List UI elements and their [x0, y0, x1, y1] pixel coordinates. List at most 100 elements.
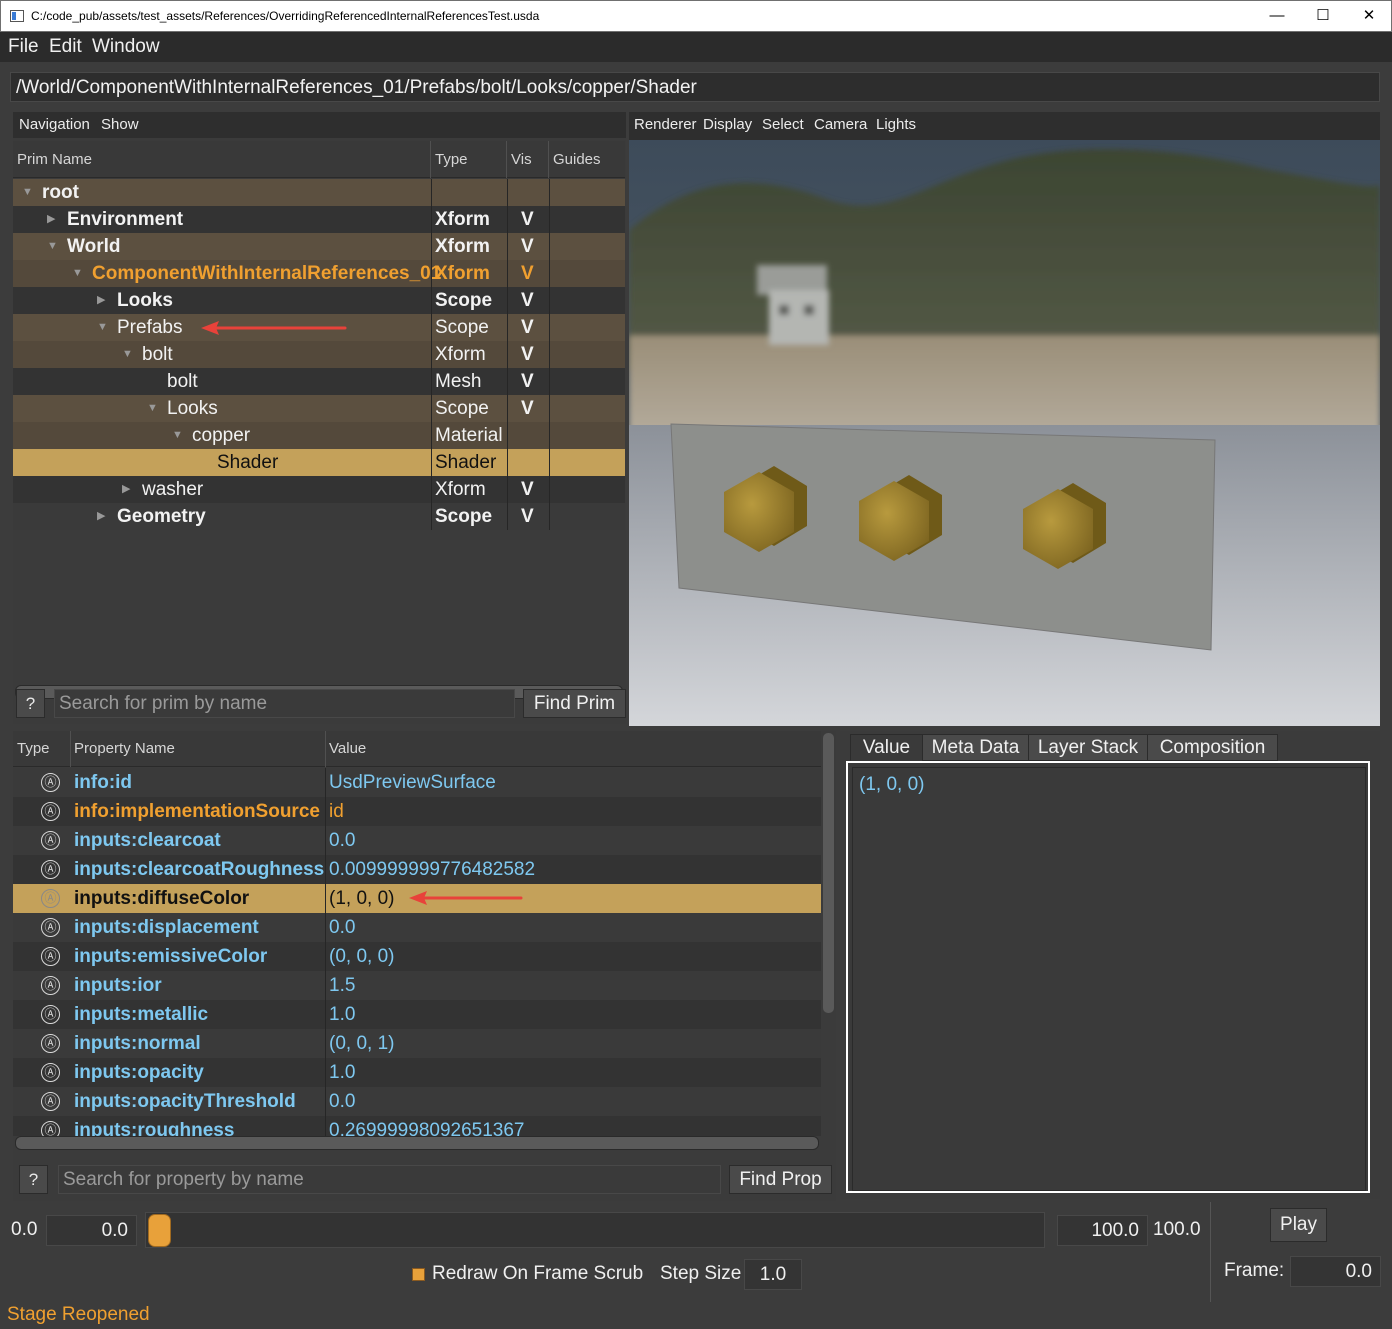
- visibility-toggle[interactable]: V: [521, 341, 534, 368]
- tree-row-bolt[interactable]: ▼ bolt Xform V: [13, 341, 625, 368]
- visibility-toggle[interactable]: V: [521, 314, 534, 341]
- tree-row-geometry[interactable]: ▶ Geometry Scope V: [13, 503, 625, 530]
- collapse-arrow-icon[interactable]: ▶: [97, 503, 105, 530]
- property-search-input[interactable]: [58, 1165, 721, 1194]
- find-prop-button[interactable]: Find Prop: [729, 1165, 832, 1194]
- start-frame-field[interactable]: 0.0: [46, 1215, 137, 1246]
- property-row[interactable]: Ⓐ inputs:opacityThreshold 0.0: [13, 1087, 821, 1116]
- menu-lights[interactable]: Lights: [876, 116, 916, 133]
- visibility-toggle[interactable]: V: [521, 368, 534, 395]
- collapse-arrow-icon[interactable]: ▶: [47, 206, 55, 233]
- close-button[interactable]: ✕: [1346, 1, 1392, 32]
- maximize-button[interactable]: ☐: [1300, 1, 1346, 32]
- expand-arrow-icon[interactable]: ▼: [172, 422, 183, 449]
- property-value: id: [329, 801, 344, 822]
- property-row[interactable]: Ⓐ inputs:metallic 1.0: [13, 1000, 821, 1029]
- tree-row-washer[interactable]: ▶ washer Xform V: [13, 476, 625, 503]
- property-row-selected[interactable]: Ⓐ inputs:diffuseColor (1, 0, 0): [13, 884, 821, 913]
- tree-row-looks[interactable]: ▶ Looks Scope V: [13, 287, 625, 314]
- property-row[interactable]: Ⓐ inputs:clearcoat 0.0: [13, 826, 821, 855]
- visibility-toggle[interactable]: V: [521, 260, 534, 287]
- property-row[interactable]: Ⓐ inputs:emissiveColor (0, 0, 0): [13, 942, 821, 971]
- tab-layer-stack[interactable]: Layer Stack: [1028, 734, 1148, 761]
- visibility-toggle[interactable]: V: [521, 476, 534, 503]
- menu-renderer[interactable]: Renderer: [634, 116, 697, 133]
- attribute-value-text[interactable]: (1, 0, 0): [859, 774, 924, 796]
- tree-row-root[interactable]: ▼ root: [13, 179, 625, 206]
- prim-name: Geometry: [117, 506, 206, 527]
- menu-window[interactable]: Window: [92, 36, 160, 58]
- column-guides[interactable]: Guides: [553, 151, 601, 168]
- visibility-toggle[interactable]: V: [521, 395, 534, 422]
- property-row[interactable]: Ⓐ info:id UsdPreviewSurface: [13, 768, 821, 797]
- menu-navigation[interactable]: Navigation: [19, 116, 90, 133]
- property-row[interactable]: Ⓐ inputs:roughness 0.26999998092651367: [13, 1116, 821, 1136]
- column-type[interactable]: Type: [17, 740, 50, 757]
- expand-arrow-icon[interactable]: ▼: [97, 314, 108, 341]
- frame-slider-track[interactable]: [145, 1212, 1045, 1248]
- menu-camera[interactable]: Camera: [814, 116, 867, 133]
- tree-row-copper[interactable]: ▼ copper Material: [13, 422, 625, 449]
- property-row[interactable]: Ⓐ info:implementationSource id: [13, 797, 821, 826]
- collapse-arrow-icon[interactable]: ▶: [122, 476, 130, 503]
- visibility-toggle[interactable]: V: [521, 503, 534, 530]
- tab-meta-data[interactable]: Meta Data: [922, 734, 1029, 761]
- menu-edit[interactable]: Edit: [49, 36, 82, 58]
- play-button[interactable]: Play: [1270, 1208, 1327, 1242]
- property-row[interactable]: Ⓐ inputs:ior 1.5: [13, 971, 821, 1000]
- prim-search-input[interactable]: [54, 689, 515, 718]
- minimize-button[interactable]: —: [1254, 1, 1300, 32]
- expand-arrow-icon[interactable]: ▼: [72, 260, 83, 287]
- visibility-toggle[interactable]: V: [521, 287, 534, 314]
- tree-row-shader[interactable]: Shader Shader: [13, 449, 625, 476]
- prim-type: Scope: [435, 317, 489, 338]
- tree-row-component[interactable]: ▼ ComponentWithInternalReferences_01 Xfo…: [13, 260, 625, 287]
- viewport-canvas[interactable]: [629, 140, 1380, 726]
- property-row[interactable]: Ⓐ inputs:displacement 0.0: [13, 913, 821, 942]
- property-search-help-button[interactable]: ?: [19, 1165, 48, 1194]
- column-property-name[interactable]: Property Name: [74, 740, 175, 757]
- prim-type: Xform: [435, 344, 486, 365]
- step-size-field[interactable]: 1.0: [744, 1259, 802, 1290]
- collapse-arrow-icon[interactable]: ▶: [97, 287, 105, 314]
- expand-arrow-icon[interactable]: ▼: [122, 341, 133, 368]
- menu-file[interactable]: File: [8, 36, 39, 58]
- column-value[interactable]: Value: [329, 740, 366, 757]
- column-vis[interactable]: Vis: [511, 151, 532, 168]
- expand-arrow-icon[interactable]: ▼: [22, 179, 33, 206]
- expand-arrow-icon[interactable]: ▼: [147, 395, 158, 422]
- visibility-toggle[interactable]: V: [521, 233, 534, 260]
- tree-row-prefabs[interactable]: ▼ Prefabs Scope V: [13, 314, 625, 341]
- redraw-on-frame-scrub-checkbox[interactable]: [412, 1268, 425, 1281]
- current-frame-field[interactable]: 0.0: [1290, 1256, 1381, 1287]
- tree-row-world[interactable]: ▼ World Xform V: [13, 233, 625, 260]
- tree-row-bolt-looks[interactable]: ▼ Looks Scope V: [13, 395, 625, 422]
- menu-select[interactable]: Select: [762, 116, 804, 133]
- property-horizontal-scrollbar[interactable]: [15, 1136, 819, 1150]
- menu-show[interactable]: Show: [101, 116, 139, 133]
- attribute-icon: Ⓐ: [41, 773, 60, 792]
- property-row[interactable]: Ⓐ inputs:normal (0, 0, 1): [13, 1029, 821, 1058]
- property-value: (1, 0, 0): [329, 888, 395, 909]
- column-prim-name[interactable]: Prim Name: [17, 151, 92, 168]
- property-row[interactable]: Ⓐ inputs:opacity 1.0: [13, 1058, 821, 1087]
- prim-search-help-button[interactable]: ?: [16, 689, 45, 718]
- attribute-icon: Ⓐ: [41, 947, 60, 966]
- prim-type: Xform: [435, 236, 490, 257]
- frame-slider-handle[interactable]: [148, 1214, 171, 1247]
- tree-row-bolt-mesh[interactable]: bolt Mesh V: [13, 368, 625, 395]
- column-type[interactable]: Type: [435, 151, 468, 168]
- property-row[interactable]: Ⓐ inputs:clearcoatRoughness 0.0099999997…: [13, 855, 821, 884]
- tree-row-environment[interactable]: ▶ Environment Xform V: [13, 206, 625, 233]
- menu-display[interactable]: Display: [703, 116, 752, 133]
- property-table: Type Property Name Value Ⓐ info:id UsdPr…: [13, 731, 821, 1136]
- tab-value[interactable]: Value: [850, 734, 923, 761]
- property-vertical-scrollbar[interactable]: [823, 733, 834, 1013]
- visibility-toggle[interactable]: V: [521, 206, 534, 233]
- find-prim-button[interactable]: Find Prim: [523, 689, 626, 718]
- expand-arrow-icon[interactable]: ▼: [47, 233, 58, 260]
- prim-path-field[interactable]: /World/ComponentWithInternalReferences_0…: [10, 72, 1380, 102]
- end-frame-field[interactable]: 100.0: [1057, 1215, 1148, 1246]
- tab-composition[interactable]: Composition: [1147, 734, 1278, 761]
- attribute-icon: Ⓐ: [41, 918, 60, 937]
